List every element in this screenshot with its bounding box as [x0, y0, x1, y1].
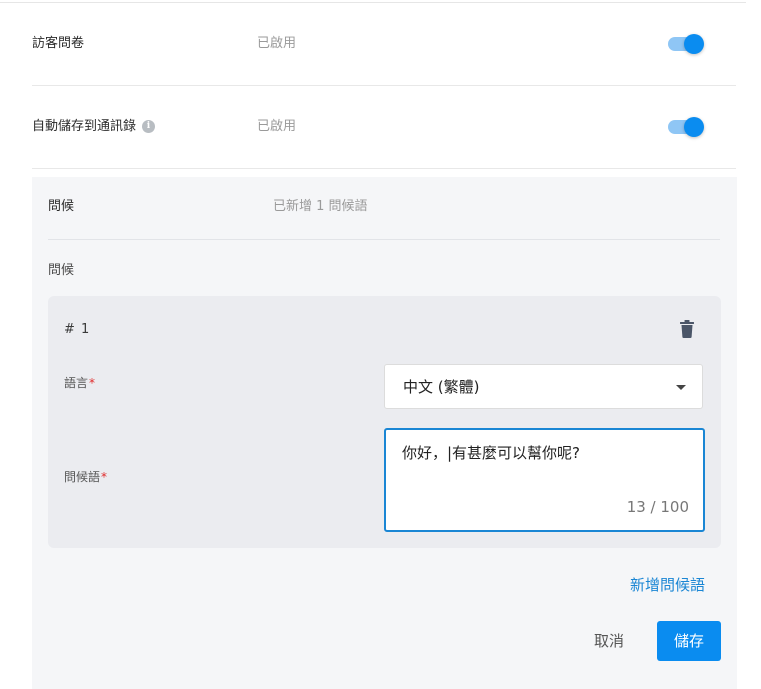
setting-status: 已啟用	[257, 36, 297, 51]
setting-row-visitor-survey: 訪客問卷 已啟用	[32, 2, 736, 86]
required-mark: *	[89, 376, 96, 390]
toggle-knob	[684, 117, 704, 137]
required-mark: *	[101, 470, 108, 484]
greeting-textarea[interactable]: 你好，|有甚麼可以幫你呢? 13 / 100	[384, 428, 705, 532]
setting-label-text: 訪客問卷	[32, 36, 85, 51]
greeting-label: 問候	[48, 199, 75, 214]
save-button[interactable]: 儲存	[657, 621, 721, 661]
language-field-label: 語言*	[64, 374, 95, 391]
cancel-button[interactable]: 取消	[594, 630, 624, 651]
language-label-text: 語言	[64, 376, 89, 390]
greeting-row: 問候 已新增 1 問候語	[48, 177, 720, 240]
visitor-survey-toggle[interactable]	[668, 33, 704, 54]
greeting-section-label: 問候	[48, 263, 75, 278]
greeting-textarea-value: 你好，|有甚麼可以幫你呢?	[402, 444, 581, 462]
caret-down-icon	[676, 385, 686, 390]
setting-status: 已啟用	[257, 119, 297, 134]
auto-save-contacts-toggle[interactable]	[668, 116, 704, 137]
toggle-knob	[684, 34, 704, 54]
language-select[interactable]: 中文 (繁體)	[384, 364, 703, 409]
character-counter: 13 / 100	[626, 498, 689, 516]
setting-label: 自動儲存到通訊錄 i	[32, 85, 156, 168]
greeting-status: 已新增 1 問候語	[273, 199, 368, 214]
setting-label: 訪客問卷	[32, 2, 84, 85]
language-select-value: 中文 (繁體)	[403, 378, 480, 396]
greeting-card-number: # 1	[64, 322, 91, 337]
setting-label-text: 自動儲存到通訊錄	[32, 119, 137, 134]
greeting-text-label-text: 問候語	[64, 470, 101, 484]
greeting-card: # 1 語言* 中文 (繁體) 問候語* 你好，|有甚麼可以幫你呢? 13 / …	[48, 296, 721, 548]
info-icon[interactable]: i	[142, 120, 156, 133]
add-greeting-link[interactable]: 新增問候語	[630, 574, 705, 595]
greeting-panel: 問候 已新增 1 問候語 問候 # 1 語言* 中文 (繁體) 問候語* 你好，…	[32, 177, 737, 689]
trash-icon[interactable]	[680, 320, 694, 338]
setting-row-auto-save-contacts: 自動儲存到通訊錄 i 已啟用	[32, 85, 736, 169]
greeting-text-field-label: 問候語*	[64, 468, 107, 485]
